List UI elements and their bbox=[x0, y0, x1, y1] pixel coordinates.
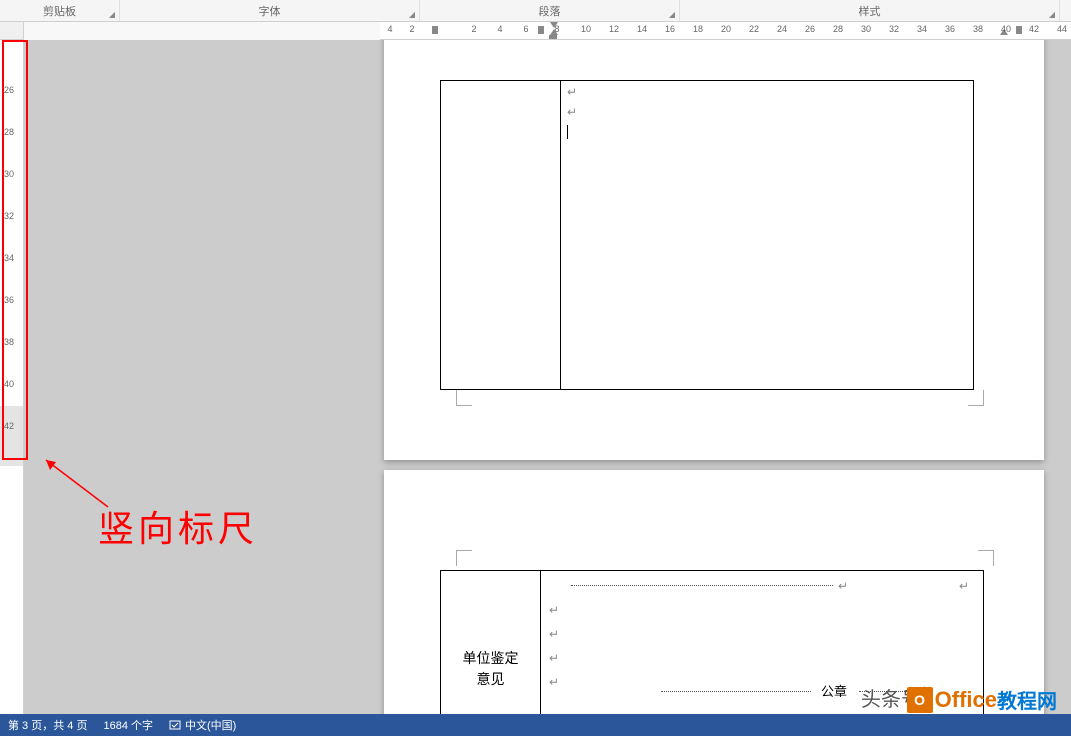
hruler-tick: 22 bbox=[749, 24, 759, 34]
dotted-underline bbox=[571, 585, 833, 586]
hruler-margin-marker[interactable] bbox=[1016, 26, 1022, 34]
hruler-tick: 30 bbox=[861, 24, 871, 34]
hruler-tick: 4 bbox=[497, 24, 502, 34]
crop-mark-icon bbox=[968, 390, 984, 406]
ribbon-group-labels: 剪贴板 ◢ 字体 ◢ 段落 ◢ 样式 ◢ bbox=[0, 0, 1071, 22]
hruler-tick: 32 bbox=[889, 24, 899, 34]
ribbon-label-clipboard: 剪贴板 bbox=[43, 3, 76, 19]
ruler-corner bbox=[0, 22, 24, 40]
hruler-tick: 28 bbox=[833, 24, 843, 34]
paragraph-mark-icon: ↵ bbox=[549, 673, 559, 692]
hruler-tick: 18 bbox=[693, 24, 703, 34]
vruler-tick: 26 bbox=[4, 85, 14, 95]
crop-mark-icon bbox=[456, 550, 472, 566]
document-page: 单位鉴定意见 ↵ ↵ ↵ ↵ ↵ 公章 ↵ 年 月 bbox=[384, 470, 1044, 714]
hruler-tick: 6 bbox=[523, 24, 528, 34]
document-table[interactable]: 单位鉴定意见 ↵ ↵ ↵ ↵ ↵ 公章 ↵ 年 月 bbox=[440, 570, 984, 714]
hruler-margin-marker[interactable] bbox=[432, 26, 438, 34]
ribbon-label-paragraph: 段落 bbox=[539, 3, 561, 19]
horizontal-ruler[interactable]: 4 2 2 4 6 8 10 12 14 16 18 20 22 24 26 2… bbox=[380, 22, 1071, 40]
ribbon-group-styles: 样式 ◢ bbox=[680, 0, 1060, 21]
hruler-tick: 42 bbox=[1029, 24, 1039, 34]
table-cell-label[interactable]: 单位鉴定意见 bbox=[441, 571, 541, 714]
vruler-tick: 40 bbox=[4, 379, 14, 389]
table-cell[interactable]: ↵ ↵ bbox=[561, 81, 973, 389]
hruler-tick: 20 bbox=[721, 24, 731, 34]
table-cell[interactable] bbox=[441, 81, 561, 389]
hruler-tick: 38 bbox=[973, 24, 983, 34]
hruler-tick: 12 bbox=[609, 24, 619, 34]
hruler-tick: 34 bbox=[917, 24, 927, 34]
vruler-tick: 30 bbox=[4, 169, 14, 179]
left-indent-marker[interactable] bbox=[549, 35, 557, 39]
vruler-tick: 34 bbox=[4, 253, 14, 263]
paragraph-mark-icon: ↵ bbox=[567, 103, 577, 122]
table-cell[interactable]: ↵ ↵ ↵ ↵ ↵ 公章 ↵ 年 月 日 ↵ bbox=[541, 571, 983, 714]
vruler-tick: 38 bbox=[4, 337, 14, 347]
status-word-count[interactable]: 1684 个字 bbox=[103, 717, 153, 733]
vruler-margin-area bbox=[0, 406, 23, 466]
hruler-tick: 44 bbox=[1057, 24, 1067, 34]
crop-mark-icon bbox=[456, 390, 472, 406]
status-page-info[interactable]: 第 3 页，共 4 页 bbox=[8, 717, 87, 733]
dialog-launcher-icon[interactable]: ◢ bbox=[107, 9, 117, 19]
status-bar: 第 3 页，共 4 页 1684 个字 中文(中国) bbox=[0, 714, 1071, 736]
ribbon-group-clipboard: 剪贴板 ◢ bbox=[0, 0, 120, 21]
ribbon-label-styles: 样式 bbox=[859, 3, 881, 19]
hruler-tick: 24 bbox=[777, 24, 787, 34]
hruler-tick: 4 bbox=[387, 24, 392, 34]
paragraph-mark-icon: ↵ bbox=[549, 649, 559, 668]
document-page: ↵ ↵ bbox=[384, 40, 1044, 460]
hruler-tick: 10 bbox=[581, 24, 591, 34]
vruler-tick: 36 bbox=[4, 295, 14, 305]
document-canvas[interactable]: ↵ ↵ 单位鉴定意见 ↵ ↵ ↵ ↵ ↵ 公章 bbox=[24, 40, 1071, 714]
document-table[interactable]: ↵ ↵ bbox=[440, 80, 974, 390]
paragraph-mark-icon: ↵ bbox=[917, 681, 927, 700]
dotted-underline bbox=[859, 691, 909, 692]
crop-mark-icon bbox=[978, 550, 994, 566]
paragraph-mark-icon: ↵ bbox=[838, 577, 848, 596]
dialog-launcher-icon[interactable]: ◢ bbox=[407, 9, 417, 19]
dotted-underline bbox=[661, 691, 811, 692]
hruler-tick: 26 bbox=[805, 24, 815, 34]
annotation-label: 竖向标尺 bbox=[98, 500, 258, 552]
dialog-launcher-icon[interactable]: ◢ bbox=[667, 9, 677, 19]
hruler-tick: 16 bbox=[665, 24, 675, 34]
ribbon-group-paragraph: 段落 ◢ bbox=[420, 0, 680, 21]
seal-label: 公章 bbox=[821, 681, 847, 700]
paragraph-mark-icon: ↵ bbox=[549, 625, 559, 644]
hruler-tick: 36 bbox=[945, 24, 955, 34]
dialog-launcher-icon[interactable]: ◢ bbox=[1047, 9, 1057, 19]
vruler-tick: 42 bbox=[4, 421, 14, 431]
ribbon-label-font: 字体 bbox=[259, 3, 281, 19]
hruler-tick: 40 bbox=[1001, 24, 1011, 34]
paragraph-mark-icon: ↵ bbox=[567, 83, 577, 102]
status-language[interactable]: 中文(中国) bbox=[169, 717, 236, 733]
vruler-tick: 28 bbox=[4, 127, 14, 137]
table-cell-text: 单位鉴定意见 bbox=[459, 649, 522, 691]
hruler-margin-marker[interactable] bbox=[538, 26, 544, 34]
vruler-tick: 32 bbox=[4, 211, 14, 221]
hruler-tick: 2 bbox=[471, 24, 476, 34]
hruler-tick: 8 bbox=[554, 24, 559, 34]
hruler-tick: 14 bbox=[637, 24, 647, 34]
hruler-tick: 2 bbox=[409, 24, 414, 34]
vertical-ruler[interactable]: 26 28 30 32 34 36 38 40 42 bbox=[0, 40, 24, 714]
paragraph-mark-icon: ↵ bbox=[959, 577, 969, 596]
ribbon-group-font: 字体 ◢ bbox=[120, 0, 420, 21]
text-cursor bbox=[567, 125, 568, 139]
paragraph-mark-icon: ↵ bbox=[549, 601, 559, 620]
proofing-icon bbox=[169, 719, 181, 731]
